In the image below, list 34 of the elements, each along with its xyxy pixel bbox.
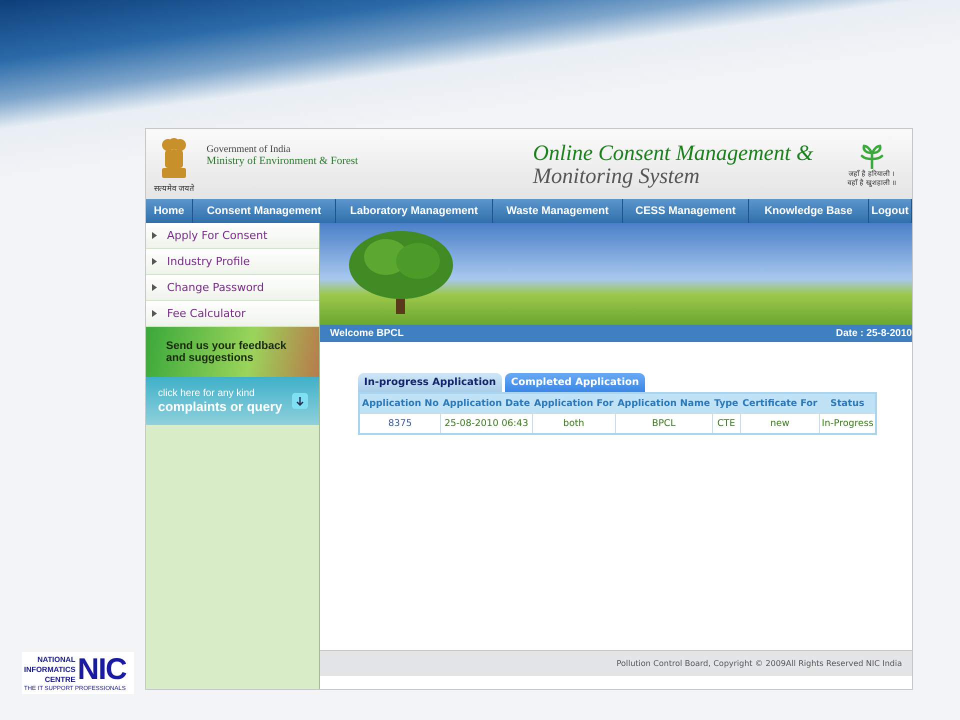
column-header: Type — [712, 393, 740, 414]
logo-mark: NIC — [78, 654, 126, 686]
bullet-icon — [152, 310, 157, 317]
date-text: Date : 25-8-2010 — [836, 328, 912, 339]
table-cell: new — [740, 414, 820, 434]
column-header: Application Name — [615, 393, 712, 414]
table-cell: 25-08-2010 06:43 — [440, 414, 532, 434]
footer-text: Pollution Control Board, Copyright © 2009All Rights Reserved NIC India — [616, 659, 902, 668]
bullet-icon — [152, 232, 157, 239]
government-label: Government of India — [206, 144, 292, 154]
table-cell: both — [532, 414, 616, 434]
column-header: Application For — [532, 393, 616, 414]
site-title: Monitoring System — [532, 164, 700, 187]
welcome-text: Welcome BPCL — [330, 328, 404, 339]
column-header: Status — [819, 393, 876, 414]
bullet-icon — [152, 258, 157, 265]
column-header: Certificate For — [740, 393, 820, 414]
sidebar-link[interactable]: Fee Calculator — [146, 301, 319, 327]
complaints-banner[interactable]: click here for any kind complaints or query — [146, 377, 319, 425]
column-header: Application No — [359, 393, 441, 414]
sidebar-link[interactable]: Change Password — [146, 275, 319, 301]
bullet-icon — [152, 284, 157, 291]
feedback-banner[interactable]: Send us your feedback and suggestions — [146, 327, 319, 377]
sidebar-link[interactable]: Industry Profile — [146, 249, 319, 275]
emblem-caption: सत्यमेव जयते — [154, 182, 195, 192]
table-cell: BPCL — [615, 414, 712, 434]
tab[interactable]: Completed Application — [505, 373, 645, 392]
tab[interactable]: In-progress Application — [358, 373, 502, 392]
column-header: Application Date — [440, 393, 532, 414]
ministry-label: Ministry of Environment & Forest — [206, 154, 358, 166]
site-title: Online Consent Management & — [532, 141, 814, 164]
sidebar-link[interactable]: Apply For Consent — [146, 223, 319, 249]
table-cell: CTE — [712, 414, 740, 434]
table-cell: 8375 — [359, 414, 441, 434]
